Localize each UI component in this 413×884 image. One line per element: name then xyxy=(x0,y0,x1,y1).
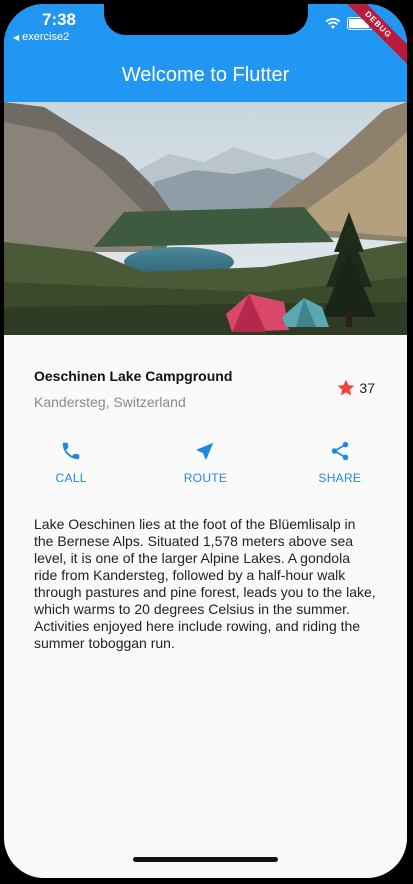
back-app-label: exercise2 xyxy=(22,31,70,43)
share-label: SHARE xyxy=(318,471,362,485)
campground-description: Lake Oeschinen lies at the foot of the B… xyxy=(34,516,376,651)
campground-name: Oeschinen Lake Campground xyxy=(34,368,233,384)
share-icon xyxy=(331,441,349,461)
device-notch xyxy=(104,4,308,35)
navigation-icon xyxy=(197,442,214,460)
wifi-icon xyxy=(325,17,341,29)
status-time: 7:38 xyxy=(41,10,77,29)
debug-banner: DEBUG xyxy=(334,4,407,69)
campground-location: Kandersteg, Switzerland xyxy=(34,394,186,410)
app-bar: 7:38 ◀ exercise2 DEBUG Welcome to Flutte… xyxy=(4,4,407,102)
lake-hero-image xyxy=(4,102,407,335)
campground-title-section: Oeschinen Lake Campground Kandersteg, Sw… xyxy=(34,368,377,410)
phone-icon xyxy=(62,442,80,460)
app-bar-title: Welcome to Flutter xyxy=(121,64,290,86)
home-indicator[interactable] xyxy=(133,857,278,862)
action-button-row: CALL ROUTE SHARE xyxy=(4,440,407,485)
share-button[interactable]: SHARE xyxy=(273,440,407,485)
rating: 37 xyxy=(336,378,375,398)
back-to-app-button[interactable]: ◀ exercise2 xyxy=(13,31,69,43)
phone-screen: 7:38 ◀ exercise2 DEBUG Welcome to Flutte… xyxy=(4,4,407,878)
route-button[interactable]: ROUTE xyxy=(138,440,272,485)
call-button[interactable]: CALL xyxy=(4,440,138,485)
rating-count: 37 xyxy=(359,380,375,396)
call-label: CALL xyxy=(55,471,87,485)
back-triangle-icon: ◀ xyxy=(13,32,20,42)
star-icon xyxy=(338,379,355,396)
route-label: ROUTE xyxy=(183,471,228,485)
